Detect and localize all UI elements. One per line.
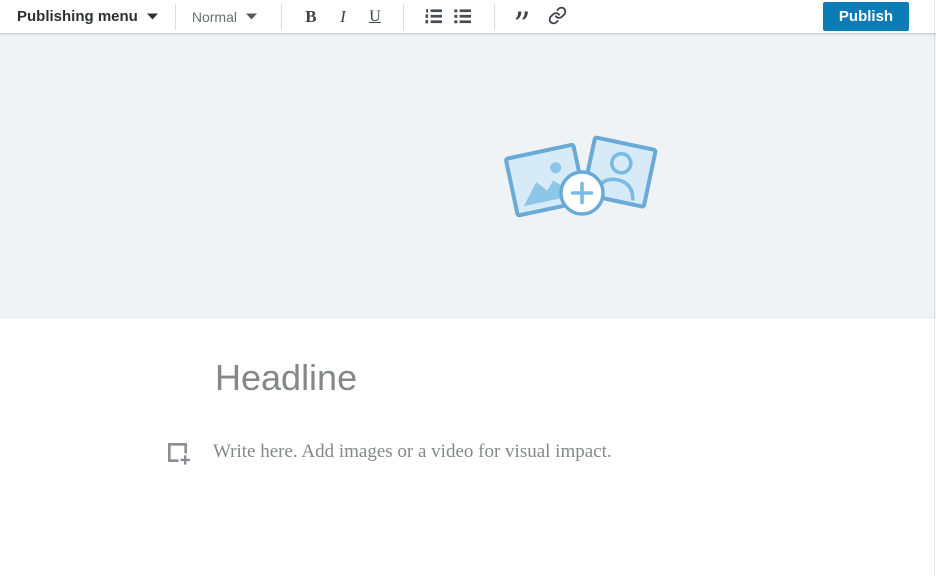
media-group: ” xyxy=(504,3,576,31)
editor-toolbar: Publishing menu Normal B I U xyxy=(0,0,936,34)
list-group xyxy=(419,3,477,31)
publishing-menu-dropdown[interactable]: Publishing menu xyxy=(17,8,158,25)
article-editor-page: Publishing menu Normal B I U xyxy=(0,0,936,576)
body-placeholder-text: Write here. Add images or a video for vi… xyxy=(213,441,612,462)
quote-icon: ” xyxy=(513,20,530,30)
chevron-down-icon xyxy=(147,13,158,20)
page-right-edge xyxy=(934,0,935,576)
chevron-down-icon xyxy=(246,13,257,20)
body-text-input[interactable]: Write here. Add images or a video for vi… xyxy=(213,441,936,463)
toolbar-divider xyxy=(494,4,495,30)
link-icon xyxy=(548,6,567,28)
bullet-list-icon xyxy=(454,9,471,24)
publishing-menu-label: Publishing menu xyxy=(17,8,138,25)
italic-button[interactable]: I xyxy=(327,3,359,31)
headline-input[interactable]: Headline xyxy=(215,318,936,401)
paragraph-style-dropdown[interactable]: Normal xyxy=(192,9,257,25)
toolbar-divider xyxy=(281,4,282,30)
publish-button[interactable]: Publish xyxy=(823,2,909,31)
ordered-list-button[interactable] xyxy=(419,3,448,31)
add-cover-images-icon[interactable] xyxy=(498,130,668,225)
cover-image-upload-area[interactable] xyxy=(0,34,936,318)
toolbar-divider xyxy=(175,4,176,30)
format-group: B I U xyxy=(295,3,391,31)
add-media-icon[interactable] xyxy=(167,442,191,471)
paragraph-style-value: Normal xyxy=(192,9,237,25)
underline-button[interactable]: U xyxy=(359,3,391,31)
bullet-list-button[interactable] xyxy=(448,3,477,31)
article-body-area: Headline Write here. Add images or a vid… xyxy=(0,318,936,575)
blockquote-button[interactable]: ” xyxy=(504,3,540,31)
insert-link-button[interactable] xyxy=(540,3,576,31)
ordered-list-icon xyxy=(425,9,442,24)
bold-button[interactable]: B xyxy=(295,3,327,31)
toolbar-divider xyxy=(403,4,404,30)
